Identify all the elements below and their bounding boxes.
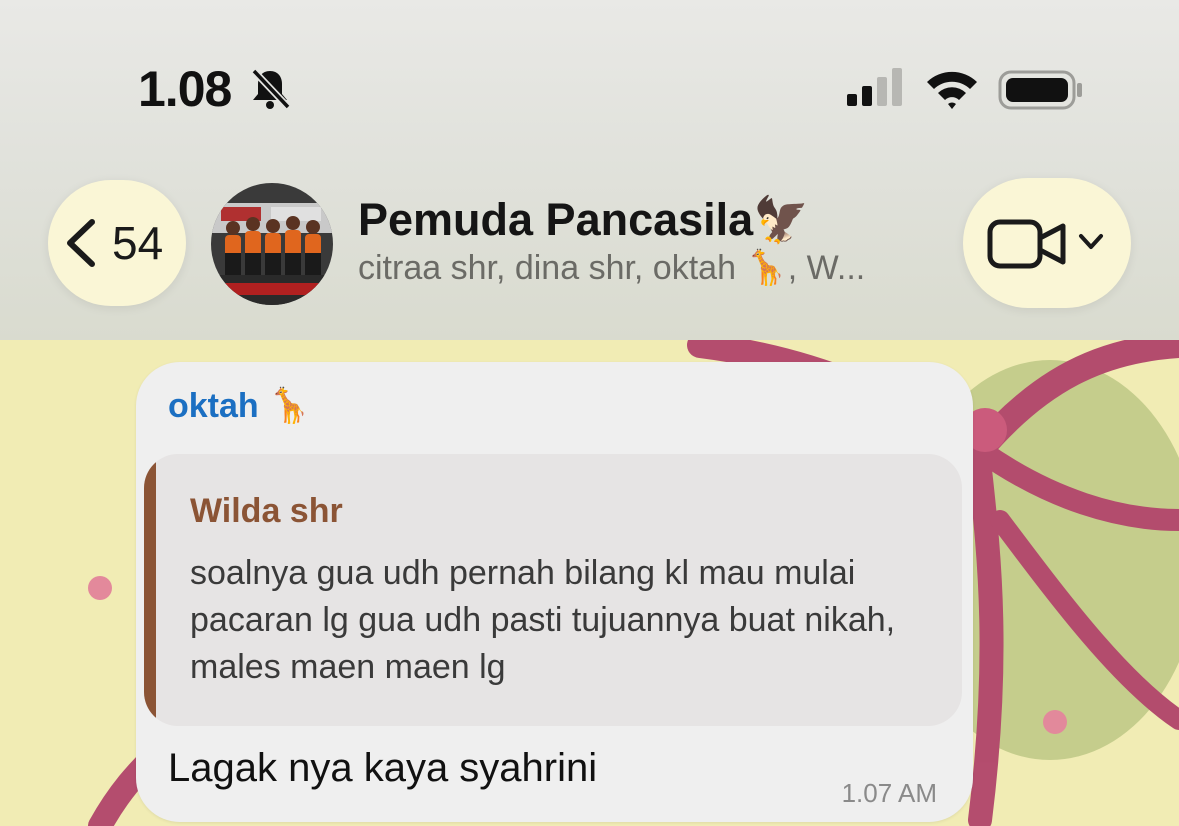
group-photo [211,183,333,305]
top-bar: 1.08 54 Pemuda Pancasila🦅 citraa shr, di… [0,0,1179,340]
video-call-button[interactable] [963,178,1131,308]
group-avatar[interactable] [211,183,333,305]
chevron-left-icon [67,219,95,267]
video-camera-icon [987,219,1066,269]
message-text: Lagak nya kaya syahrini [168,746,598,790]
quote-accent-bar [144,454,156,726]
unread-count: 54 [112,217,164,269]
sender-name[interactable]: oktah 🦒 [168,386,310,426]
wifi-icon [927,71,977,109]
message-bubble[interactable]: oktah 🦒 Wilda shr soalnya gua udh pernah… [136,362,973,822]
chat-participants[interactable]: citraa shr, dina shr, oktah 🦒, W... [358,248,918,288]
chat-title[interactable]: Pemuda Pancasila🦅 [358,193,809,246]
bell-slash-icon [251,68,291,110]
reply-quote[interactable]: Wilda shr soalnya gua udh pernah bilang … [144,454,962,726]
battery-icon [998,70,1082,110]
chevron-down-icon [1079,234,1103,249]
quote-author: Wilda shr [190,492,343,530]
cellular-signal-icon [847,68,902,106]
status-time: 1.08 [138,61,232,117]
message-timestamp: 1.07 AM [841,778,937,808]
back-button[interactable]: 54 [48,180,186,306]
quote-text: soalnya gua udh pernah bilang kl mau mul… [190,554,896,686]
